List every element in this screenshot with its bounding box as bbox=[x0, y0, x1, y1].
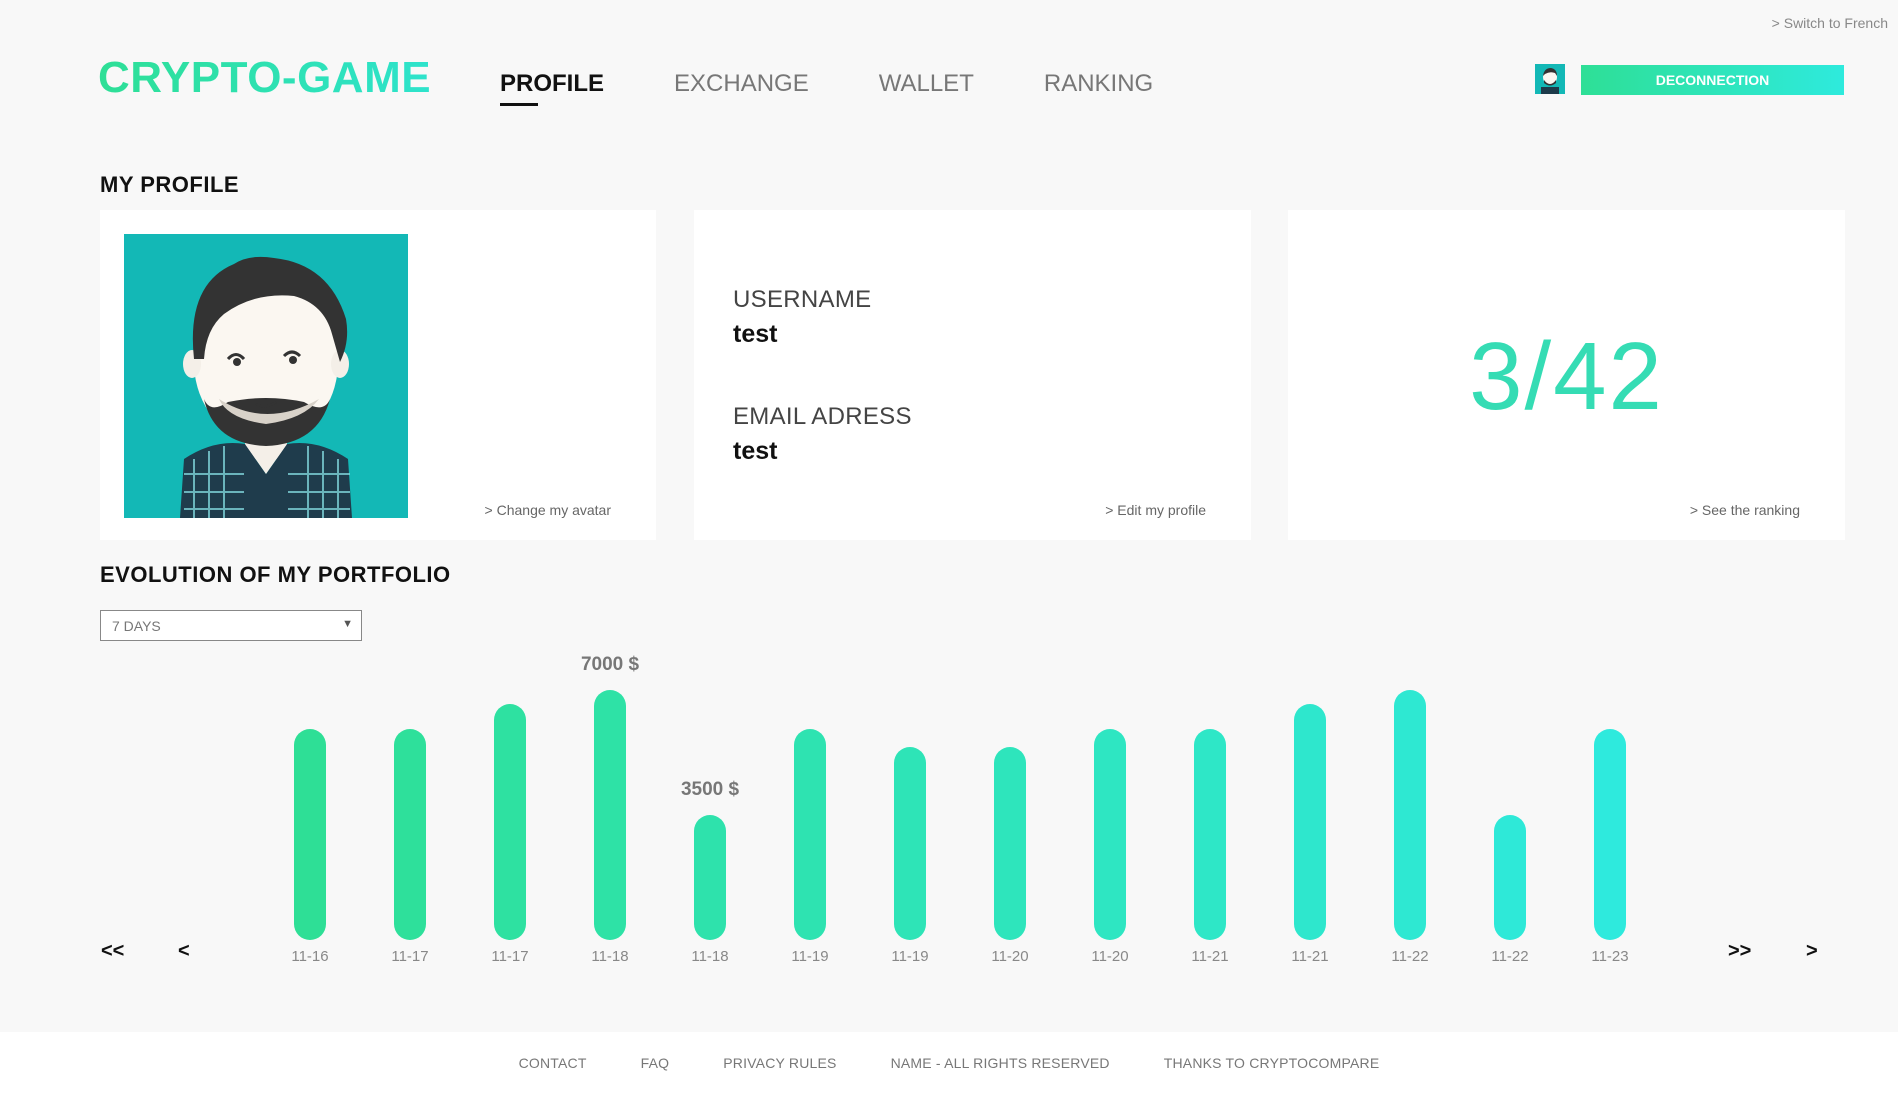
chart-tick-label: 11-19 bbox=[791, 948, 829, 965]
next-all-button[interactable]: >> bbox=[1728, 940, 1751, 963]
my-profile-heading: MY PROFILE bbox=[100, 172, 240, 197]
footer-thanks-link[interactable]: THANKS TO CRYPTOCOMPARE bbox=[1164, 1055, 1380, 1071]
avatar-image bbox=[124, 234, 408, 518]
footer-privacy-link[interactable]: PRIVACY RULES bbox=[723, 1055, 836, 1071]
chart-bar[interactable] bbox=[1194, 729, 1226, 940]
chart-bar[interactable] bbox=[794, 729, 826, 940]
email-value: test bbox=[733, 437, 778, 465]
nav-wallet[interactable]: WALLET bbox=[879, 70, 974, 104]
footer-faq-link[interactable]: FAQ bbox=[641, 1055, 670, 1071]
avatar-card: > Change my avatar bbox=[100, 210, 656, 540]
user-avatar-icon[interactable] bbox=[1535, 64, 1565, 94]
chart-bar[interactable] bbox=[1294, 704, 1326, 940]
chart-tick-label: 11-22 bbox=[1391, 948, 1429, 965]
chart-tick-label: 11-19 bbox=[891, 948, 929, 965]
main-nav: PROFILE EXCHANGE WALLET RANKING bbox=[500, 70, 1223, 106]
chart-value-label: 3500 $ bbox=[680, 779, 740, 800]
rank-value: 3/42 bbox=[1469, 323, 1664, 430]
chart-bar[interactable] bbox=[294, 729, 326, 940]
period-select[interactable]: 7 DAYS ▼ bbox=[100, 610, 362, 641]
nav-ranking[interactable]: RANKING bbox=[1044, 70, 1153, 104]
chart-tick-label: 11-22 bbox=[1491, 948, 1529, 965]
chart-tick-label: 11-16 bbox=[291, 948, 329, 965]
nav-exchange[interactable]: EXCHANGE bbox=[674, 70, 809, 104]
footer-rights-link[interactable]: NAME - ALL RIGHTS RESERVED bbox=[891, 1055, 1110, 1071]
chart-bar[interactable] bbox=[694, 815, 726, 940]
chevron-down-icon: ▼ bbox=[342, 618, 353, 630]
footer-contact-link[interactable]: CONTACT bbox=[519, 1055, 587, 1071]
chart-value-label: 7000 $ bbox=[580, 654, 640, 675]
username-label: USERNAME bbox=[733, 286, 872, 313]
chart-tick-label: 11-21 bbox=[1191, 948, 1229, 965]
change-avatar-link[interactable]: > Change my avatar bbox=[485, 502, 611, 518]
deconnection-button[interactable]: DECONNECTION bbox=[1581, 65, 1844, 95]
next-button[interactable]: > bbox=[1806, 940, 1818, 963]
chart-bar[interactable] bbox=[1094, 729, 1126, 940]
chart-tick-label: 11-18 bbox=[591, 948, 629, 965]
prev-button[interactable]: < bbox=[178, 940, 190, 963]
chart-bar[interactable] bbox=[594, 690, 626, 940]
chart-tick-label: 11-17 bbox=[391, 948, 429, 965]
footer: CONTACT FAQ PRIVACY RULES NAME - ALL RIG… bbox=[0, 1032, 1898, 1093]
chart-bar[interactable] bbox=[1594, 729, 1626, 940]
chart-bar[interactable] bbox=[1394, 690, 1426, 940]
portfolio-heading: EVOLUTION OF MY PORTFOLIO bbox=[100, 562, 451, 587]
edit-profile-link[interactable]: > Edit my profile bbox=[1105, 502, 1206, 518]
see-ranking-link[interactable]: > See the ranking bbox=[1690, 502, 1800, 518]
email-label: EMAIL ADRESS bbox=[733, 403, 912, 430]
profile-info-card: USERNAME test EMAIL ADRESS test > Edit m… bbox=[694, 210, 1251, 540]
chart-tick-label: 11-18 bbox=[691, 948, 729, 965]
logo[interactable]: CRYPTO-GAME bbox=[98, 53, 431, 103]
ranking-card: 3/42 > See the ranking bbox=[1288, 210, 1845, 540]
nav-profile[interactable]: PROFILE bbox=[500, 70, 604, 106]
prev-all-button[interactable]: << bbox=[101, 940, 124, 963]
chart-tick-label: 11-23 bbox=[1591, 948, 1629, 965]
chart-bar[interactable] bbox=[894, 747, 926, 940]
chart-bar[interactable] bbox=[994, 747, 1026, 940]
chart-bar[interactable] bbox=[494, 704, 526, 940]
username-value: test bbox=[733, 320, 778, 348]
chart-tick-label: 11-21 bbox=[1291, 948, 1329, 965]
period-select-value: 7 DAYS bbox=[112, 618, 161, 634]
chart-bar[interactable] bbox=[394, 729, 426, 940]
portfolio-chart: 11-16 11-17 11-17 11-18 7000 $ 11-18 3500 $ 11-… bbox=[0, 640, 1898, 980]
chart-tick-label: 11-17 bbox=[491, 948, 529, 965]
chart-tick-label: 11-20 bbox=[1091, 948, 1129, 965]
chart-tick-label: 11-20 bbox=[991, 948, 1029, 965]
top-bar: CRYPTO-GAME PROFILE EXCHANGE WALLET RANK… bbox=[0, 0, 1898, 140]
chart-bar[interactable] bbox=[1494, 815, 1526, 940]
